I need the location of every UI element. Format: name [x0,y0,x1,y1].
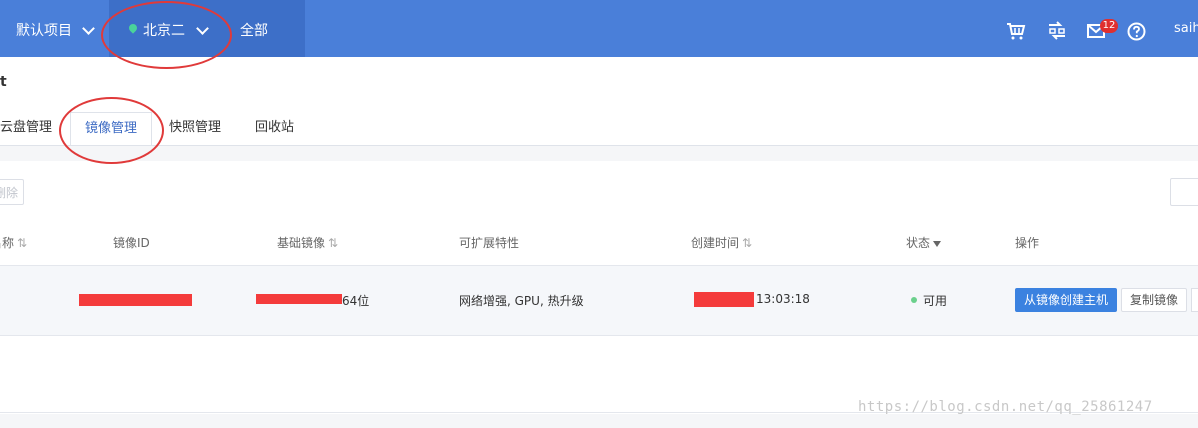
status-dot-icon [911,297,917,303]
delete-button[interactable]: 删除 [0,179,24,205]
table-row[interactable]: 64位 网络增强, GPU, 热升级 13:03:18 可用 从镜像创建主机 复… [0,265,1198,336]
column-header-base-image[interactable]: 基础镜像 ⇅ [277,234,338,251]
user-name[interactable]: saih [1174,21,1198,36]
watermark: https://blog.csdn.net/qq_25861247 [858,399,1153,415]
tab-label: 快照管理 [169,120,222,135]
column-label: 基础镜像 [277,236,326,250]
annotation-circle-tab [59,97,164,164]
column-label: 状态 [906,236,931,250]
tab-recycle-bin[interactable]: 回收站 [241,112,308,146]
tab-label: 云盘管理 [0,120,53,135]
notification-count-badge: 12 [1100,19,1118,33]
tab-divider [0,145,1198,146]
column-header-name[interactable]: 名称⇅ [0,234,27,251]
sort-icon: ⇅ [328,236,339,250]
redacted-base-image [256,294,342,304]
column-label: 创建时间 [691,236,740,250]
tab-snapshot[interactable]: 快照管理 [155,112,235,146]
help-icon[interactable] [1127,22,1146,41]
tab-label: 回收站 [255,120,295,135]
redacted-created-date [694,292,754,307]
search-input[interactable] [1170,178,1198,206]
filter-icon [933,240,942,247]
page-header: t 云盘管理 镜像管理 快照管理 回收站 [0,57,1198,146]
created-time-cell: 13:03:18 [756,292,810,306]
cart-icon[interactable] [1006,22,1026,40]
project-selector-label: 默认项目 [16,23,72,39]
copy-image-button[interactable]: 复制镜像 [1121,288,1187,312]
scope-selector-label: 全部 [240,23,268,39]
annotation-circle-region [101,1,232,69]
sort-icon: ⇅ [742,236,753,250]
tab-cloud-disk[interactable]: 云盘管理 [0,112,66,146]
sort-icon: ⇅ [17,236,28,250]
exchange-icon[interactable] [1047,21,1067,41]
more-actions-button[interactable] [1191,288,1198,312]
project-selector[interactable]: 默认项目 [0,0,108,57]
base-image-suffix: 64位 [342,294,370,308]
column-label: 名称 [0,236,15,250]
column-header-actions: 操作 [1015,236,1040,250]
redacted-image-id [79,294,192,306]
column-header-status[interactable]: 状态 [906,234,942,251]
status-cell: 可用 [923,294,948,308]
chevron-down-icon [82,22,95,35]
image-list-panel: 删除 名称⇅ 镜像ID 基础镜像⇅ 可扩展特性 创建时间⇅ 状态 操作 64位 … [0,161,1198,414]
features-cell: 网络增强, GPU, 热升级 [459,294,584,308]
page-title: t [0,74,7,90]
column-header-created-time[interactable]: 创建时间 ⇅ [691,234,752,251]
column-header-image-id: 镜像ID [113,236,150,250]
create-instance-from-image-button[interactable]: 从镜像创建主机 [1015,288,1117,312]
scope-selector[interactable]: 全部 [221,0,305,57]
column-header-features: 可扩展特性 [459,236,520,250]
